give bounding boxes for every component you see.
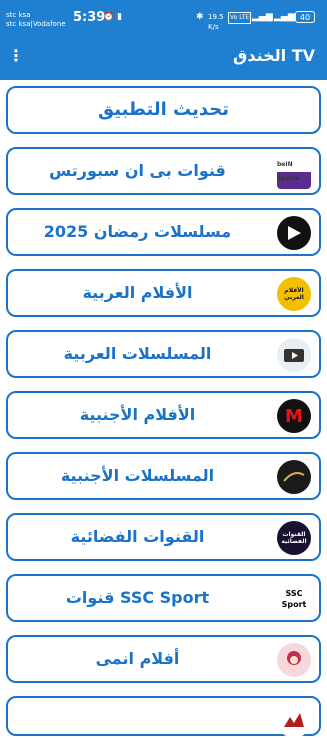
list-item-satellite-channels[interactable]: القنوات الفضائية القنوات الفضائية: [6, 513, 321, 561]
status-bar: stc ksa stc ksa|Vodafone 5:39 ⏰ ▮ ✱ 19.5…: [0, 0, 327, 34]
foreign-movies-logo-icon: M: [277, 399, 311, 433]
list-item-arabic-series[interactable]: المسلسلات العربية: [6, 330, 321, 378]
battery-icon: 40: [295, 11, 315, 23]
list-item-label: قنوات بى ان سبورتس: [49, 161, 226, 180]
carrier-primary: stc ksa: [6, 11, 31, 19]
list-item-label: المسلسلات العربية: [63, 344, 212, 363]
list-item-label: مسلسلات رمضان 2025: [43, 222, 232, 241]
ssc-sport-logo-icon: SSC Sport: [277, 582, 311, 616]
list-item-label: قنوات SSC Sport: [65, 588, 210, 607]
volte-badge: Vo LTE: [228, 12, 252, 24]
list-item-label: الأفلام العربية: [82, 283, 193, 302]
list-item-label: أفلام انمى: [95, 649, 180, 668]
status-clock: 5:39: [73, 10, 106, 25]
carrier-secondary: stc ksa|Vodafone: [6, 20, 66, 28]
signal-icon: ▂▄▆: [252, 12, 273, 22]
list-item-foreign-series[interactable]: المسلسلات الأجنبية: [6, 452, 321, 500]
update-app-label: تحديث التطبيق: [98, 99, 229, 120]
net-speed: 19.5 K/s: [208, 13, 224, 31]
arabic-movies-logo-icon: الأفلام العربي: [277, 277, 311, 311]
partial-logo-icon: [277, 704, 311, 738]
anime-movies-logo-icon: [277, 643, 311, 677]
list-item-arabic-movies[interactable]: الأفلام العربية الأفلام العربي: [6, 269, 321, 317]
ramadan-series-logo-icon: [277, 216, 311, 250]
list-item-foreign-movies[interactable]: الأفلام الأجنبية M: [6, 391, 321, 439]
list-item-label: القنوات الفضائية: [70, 527, 205, 546]
list-item-ssc-sport[interactable]: قنوات SSC Sport SSC Sport: [6, 574, 321, 622]
foreign-series-logo-icon: [277, 460, 311, 494]
list-item-label: الأفلام الأجنبية: [79, 405, 196, 424]
list-item-ramadan-series[interactable]: مسلسلات رمضان 2025: [6, 208, 321, 256]
app-bar: ⋮ الخندق TV: [0, 34, 327, 80]
bluetooth-icon: ✱: [196, 12, 204, 22]
update-app-button[interactable]: تحديث التطبيق: [6, 86, 321, 134]
list-item-anime-movies[interactable]: أفلام انمى: [6, 635, 321, 683]
app-title: الخندق TV: [233, 46, 315, 65]
list-item-bein-sports[interactable]: قنوات بى ان سبورتس beIN Sports: [6, 147, 321, 195]
list-item-label: المسلسلات الأجنبية: [60, 466, 215, 485]
signal-2-icon: ▂▄▆: [274, 12, 295, 22]
list-item-partial[interactable]: [6, 696, 321, 738]
more-vert-icon[interactable]: ⋮: [8, 46, 24, 65]
satellite-channels-logo-icon: القنوات الفضائية: [277, 521, 311, 555]
notification-icons: ⏰ ▮: [103, 12, 123, 22]
bein-sports-logo-icon: beIN Sports: [277, 155, 311, 189]
arabic-series-logo-icon: [277, 338, 311, 372]
